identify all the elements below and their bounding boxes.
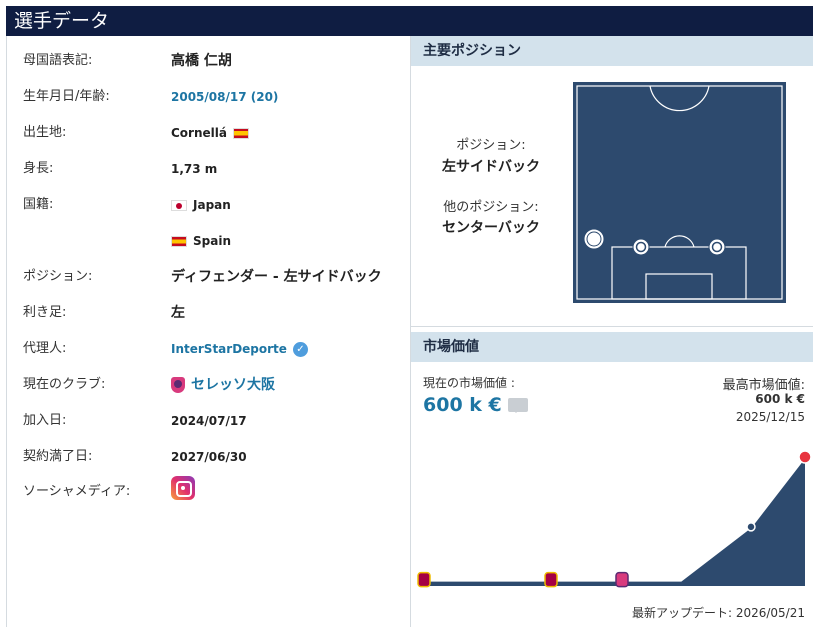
native-name-value: 高橋 仁胡 [171, 53, 232, 69]
social-label: ソーシャメディア: [23, 484, 131, 499]
market-value-chart [417, 450, 812, 588]
highest-mv-value: 600 k € [755, 392, 805, 406]
cerezo-osaka-crest-icon[interactable] [171, 377, 185, 393]
agent-label: 代理人: [23, 341, 67, 356]
info-row-native-name: 母国語表記: 高橋 仁胡 [7, 51, 412, 75]
main-position-header: 主要ポジション [411, 36, 813, 66]
other-position-marker-right [708, 238, 726, 256]
current-mv-text: 600 k € [423, 394, 502, 416]
info-row-citizenship: 国籍: Japan [7, 195, 412, 219]
other-position-caption: 他のポジション: [443, 200, 539, 215]
flag-spain-icon [232, 127, 249, 139]
info-row-citizenship-2: Spain [7, 231, 412, 255]
citizenship-label: 国籍: [23, 197, 54, 212]
position-label: ポジション: [23, 269, 93, 284]
position-main-value: 左サイドバック [442, 159, 540, 175]
club-value: セレッソ大阪 [171, 375, 275, 395]
current-mv-value: 600 k € [423, 394, 528, 416]
contract-label: 契約満了日: [23, 449, 93, 464]
native-name-label: 母国語表記: [23, 53, 93, 68]
right-panel: 主要ポジション ポジション: 左サイドバック 他のポジション: センターバック … [411, 36, 813, 627]
flag-japan-icon [171, 199, 187, 211]
agent-link[interactable]: InterStarDeporte [171, 339, 287, 359]
last-update: 最新アップデート: 2026/05/21 [631, 606, 805, 620]
main-position-title: 主要ポジション [423, 43, 521, 59]
market-value-title: 市場価値 [423, 339, 479, 355]
pitch-background [573, 82, 786, 303]
section-title: 選手データ [14, 10, 110, 32]
info-row-joined: 加入日: 2024/07/17 [7, 411, 412, 435]
agent-value: InterStarDeporte ✓ [171, 339, 308, 359]
chart-area [424, 456, 805, 586]
birth-link[interactable]: 2005/08/17 (20) [171, 87, 278, 107]
position-value: ディフェンダー - 左サイドバック [171, 269, 382, 285]
market-value-header: 市場価値 [411, 332, 813, 362]
citizenship-spain-text: Spain [193, 234, 231, 248]
other-position-value: センターバック [442, 220, 540, 236]
info-row-foot: 利き足: 左 [7, 303, 412, 327]
foot-label: 利き足: [23, 305, 67, 320]
joined-value: 2024/07/17 [171, 414, 247, 428]
other-position-marker-left [632, 238, 650, 256]
highest-mv-label: 最高市場価値: [722, 378, 805, 393]
info-row-birthplace: 出生地: Cornellá [7, 123, 412, 147]
height-label: 身長: [23, 161, 54, 176]
info-row-height: 身長: 1,73 m [7, 159, 412, 183]
birth-label: 生年月日/年齢: [23, 89, 110, 104]
position-caption: ポジション: [456, 138, 526, 153]
section-divider [411, 326, 813, 327]
section-header: 選手データ [6, 6, 813, 36]
pitch-diagram [573, 82, 786, 303]
info-row-birth: 生年月日/年齢: 2005/08/17 (20) [7, 87, 412, 111]
chart-point [746, 522, 756, 532]
club-link[interactable]: セレッソ大阪 [191, 375, 275, 395]
cerezo-osaka-crest-marker [615, 571, 629, 588]
highest-mv-date: 2025/12/15 [735, 410, 805, 424]
birthplace-text: Cornellá [171, 126, 227, 140]
social-value [171, 476, 195, 500]
citizenship-value-japan: Japan [171, 195, 231, 215]
contract-value: 2027/06/30 [171, 450, 247, 464]
club-label: 現在のクラブ: [23, 377, 106, 392]
foot-value: 左 [171, 305, 185, 321]
info-row-club: 現在のクラブ: セレッソ大阪 [7, 375, 412, 399]
instagram-icon[interactable] [171, 476, 195, 500]
citizenship-japan-text: Japan [193, 198, 231, 212]
birthplace-label: 出生地: [23, 125, 67, 140]
fc-barcelona-crest-marker [417, 571, 431, 588]
comment-icon[interactable] [507, 398, 528, 413]
fc-barcelona-crest-marker [544, 571, 558, 588]
chart-point-latest [798, 450, 812, 464]
info-row-position: ポジション: ディフェンダー - 左サイドバック [7, 267, 412, 291]
citizenship-value-spain: Spain [171, 231, 231, 251]
joined-label: 加入日: [23, 413, 67, 428]
info-row-contract: 契約満了日: 2027/06/30 [7, 447, 412, 471]
verified-check-icon: ✓ [292, 341, 308, 357]
player-info-panel: 母国語表記: 高橋 仁胡 生年月日/年齢: 2005/08/17 (20) 出生… [6, 36, 411, 627]
flag-spain-icon [171, 235, 187, 247]
height-value: 1,73 m [171, 162, 218, 176]
current-mv-label: 現在の市場価値 : [423, 376, 515, 390]
info-row-social: ソーシャメディア: [7, 476, 412, 510]
info-row-agent: 代理人: InterStarDeporte ✓ [7, 339, 412, 363]
birthplace-value: Cornellá [171, 123, 249, 143]
